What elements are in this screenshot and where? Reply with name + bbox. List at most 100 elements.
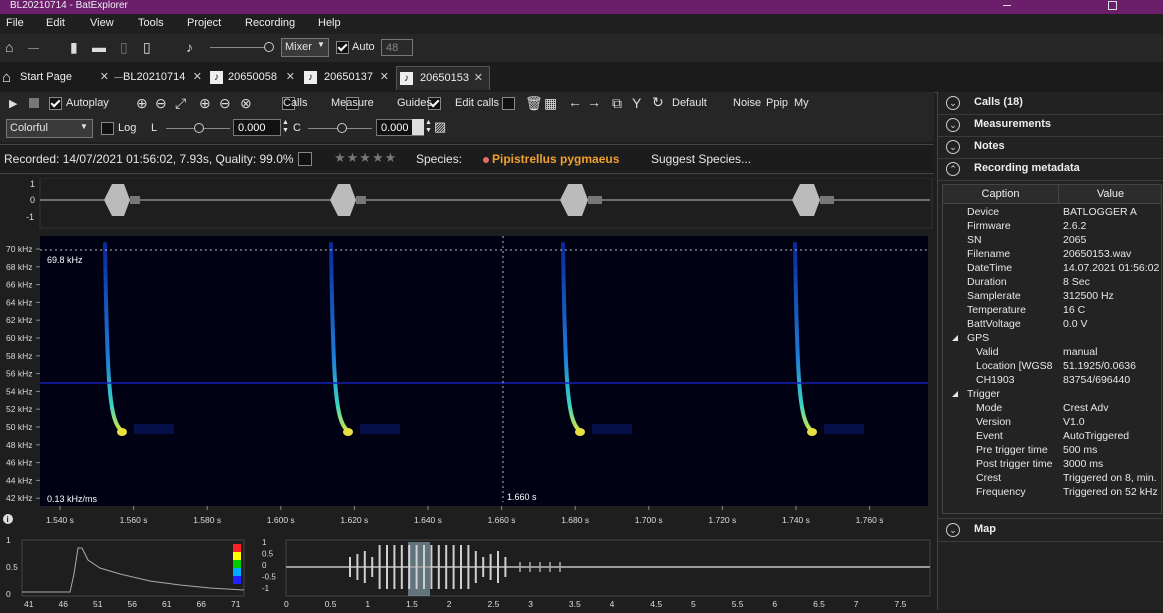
menu-file[interactable]: File bbox=[6, 17, 24, 29]
zoom-fit-y-icon[interactable]: ⊗ bbox=[240, 96, 252, 110]
arrow-right-icon[interactable]: → bbox=[587, 95, 601, 109]
l-slider-knob[interactable] bbox=[194, 123, 204, 133]
l-stepper[interactable]: ▲ ▼ bbox=[282, 119, 289, 135]
autoplay-label: Autoplay bbox=[66, 97, 109, 109]
overview-x-label: 4 bbox=[610, 599, 615, 609]
export-image-icon[interactable]: ▦ bbox=[544, 96, 557, 110]
metadata-section-header[interactable]: ⌃ Recording metadata bbox=[938, 158, 1163, 181]
close-icon[interactable]: ✕ bbox=[193, 66, 202, 89]
calls-label: Calls bbox=[283, 97, 308, 109]
maximize-icon[interactable] bbox=[1108, 1, 1117, 10]
close-icon[interactable]: ✕ bbox=[286, 66, 295, 89]
species-name[interactable]: Pipistrellus pygmaeus bbox=[492, 152, 619, 166]
menu-recording[interactable]: Recording bbox=[245, 17, 295, 29]
music-note-icon: ♪ bbox=[210, 71, 223, 84]
fork-icon[interactable]: Y bbox=[632, 96, 641, 110]
close-icon[interactable]: ✕ bbox=[380, 66, 389, 89]
tab-project[interactable]: ⏤ BL20210714 ✕ bbox=[114, 66, 205, 89]
calls-section-header[interactable]: ⌄ Calls (18) bbox=[938, 92, 1163, 115]
x-axis: 1.540 s 1.560 s 1.580 s 1.600 s 1.620 s 1.640… bbox=[46, 506, 883, 525]
my-button[interactable]: My bbox=[794, 97, 809, 109]
flag-checkbox[interactable] bbox=[298, 152, 312, 166]
metadata-row: BattVoltage 0.0 V bbox=[943, 317, 1163, 331]
expand-icon[interactable]: ◢ bbox=[952, 331, 958, 345]
metadata-caption: Temperature bbox=[967, 304, 1026, 316]
export-icon[interactable] bbox=[412, 119, 424, 135]
close-icon[interactable]: ✕ bbox=[100, 66, 109, 89]
default-button[interactable]: Default bbox=[672, 97, 707, 109]
zoom-in-icon[interactable]: ⊕ bbox=[136, 96, 148, 110]
speaker-icon[interactable]: ♪ bbox=[186, 40, 193, 54]
metadata-caption: Filename bbox=[967, 248, 1011, 260]
menu-help[interactable]: Help bbox=[318, 17, 341, 29]
refresh-icon[interactable]: ↻ bbox=[652, 95, 664, 109]
y-tick-label: 50 kHz bbox=[6, 422, 32, 432]
home-icon: ⌂ bbox=[2, 69, 12, 86]
document-tabs: ⌂ Start Page ✕ ⏤ BL20210714 ✕ ♪ 20650058… bbox=[0, 62, 1163, 93]
expand-icon[interactable]: ◢ bbox=[952, 387, 958, 401]
rating-stars[interactable]: ★★★★★ bbox=[334, 150, 397, 166]
metadata-row: Event AutoTriggered bbox=[943, 429, 1163, 443]
mixer-dropdown[interactable]: Mixer ▼ bbox=[281, 38, 329, 57]
tab-recording-20650153[interactable]: ♪ 20650153 ✕ bbox=[396, 66, 490, 90]
close-icon[interactable]: ✕ bbox=[474, 67, 483, 90]
c-slider-knob[interactable] bbox=[337, 123, 347, 133]
x-tick-label: 1.640 s bbox=[414, 515, 442, 525]
bat-icon[interactable]: ⏤ bbox=[28, 40, 39, 54]
palette-dropdown[interactable]: Colorful ▼ bbox=[6, 119, 93, 138]
measurements-section-header[interactable]: ⌄ Measurements bbox=[938, 114, 1163, 137]
c-stepper[interactable]: ▲ ▼ bbox=[425, 119, 432, 135]
waveform-panel[interactable]: 1 0 -1 bbox=[0, 177, 934, 230]
tab-recording-20650137[interactable]: ♪ 20650137 ✕ bbox=[304, 66, 392, 89]
arrow-left-icon[interactable]: ← bbox=[568, 95, 582, 109]
overview-x-label: 6.5 bbox=[813, 599, 825, 609]
title-bar: BL20210714 - BatExplorer bbox=[0, 0, 1163, 14]
play-icon[interactable]: ▶ bbox=[9, 97, 17, 111]
auto-value-field[interactable]: 48 bbox=[381, 39, 413, 56]
map-section-header[interactable]: ⌄ Map bbox=[938, 518, 1163, 542]
call-end-1 bbox=[117, 428, 127, 436]
save-icon[interactable]: ▮ bbox=[70, 40, 78, 54]
menu-project[interactable]: Project bbox=[187, 17, 221, 29]
tab-recording-20650058[interactable]: ♪ 20650058 ✕ bbox=[210, 66, 298, 89]
import-icon[interactable]: ▯ bbox=[143, 40, 151, 54]
edit-calls-checkbox[interactable] bbox=[502, 97, 516, 110]
menu-tools[interactable]: Tools bbox=[138, 17, 164, 29]
spectrum-y-label: 0.5 bbox=[6, 562, 18, 572]
spectrum-x-label: 51 bbox=[93, 599, 103, 609]
noise-button[interactable]: Noise bbox=[733, 97, 761, 109]
delete-icon[interactable]: 🗑 bbox=[525, 96, 543, 110]
home-icon[interactable]: ⌂ bbox=[5, 40, 13, 54]
y-tick-label: 42 kHz bbox=[6, 493, 32, 503]
suggest-species-button[interactable]: Suggest Species... bbox=[651, 152, 751, 166]
folder-icon[interactable]: ▬ bbox=[92, 40, 106, 54]
metadata-row: Crest Triggered on 8, min. bbox=[943, 471, 1163, 485]
zoom-out-y-icon[interactable]: ⊖ bbox=[219, 96, 231, 110]
autoplay-checkbox[interactable] bbox=[49, 97, 62, 110]
stop-icon[interactable] bbox=[29, 98, 39, 108]
menu-edit[interactable]: Edit bbox=[46, 17, 65, 29]
menu-view[interactable]: View bbox=[90, 17, 114, 29]
export-icon[interactable]: ▯ bbox=[120, 40, 128, 54]
overview-selection[interactable] bbox=[408, 542, 430, 596]
volume-slider[interactable] bbox=[210, 47, 270, 48]
metadata-row: Device BATLOGGER A bbox=[943, 205, 1163, 219]
minimize-icon[interactable] bbox=[1003, 5, 1011, 6]
log-checkbox[interactable] bbox=[101, 122, 114, 135]
image-icon[interactable]: ▨ bbox=[434, 120, 446, 134]
zoom-out-icon[interactable]: ⊖ bbox=[155, 96, 167, 110]
c-label: C bbox=[293, 122, 301, 134]
l-value-field[interactable]: 0.000 bbox=[233, 119, 281, 136]
fit-icon[interactable]: ⤢ bbox=[175, 96, 186, 110]
auto-checkbox[interactable] bbox=[336, 41, 349, 54]
copy-icon[interactable]: ⧉ bbox=[612, 96, 622, 110]
zoom-in-y-icon[interactable]: ⊕ bbox=[199, 96, 211, 110]
volume-slider-knob[interactable] bbox=[264, 42, 274, 52]
tab-start-page[interactable]: ⌂ Start Page ✕ bbox=[0, 66, 112, 89]
notes-section-header[interactable]: ⌄ Notes bbox=[938, 136, 1163, 159]
metadata-caption: Samplerate bbox=[967, 290, 1021, 302]
metadata-grid-header: Caption Value bbox=[943, 185, 1161, 204]
spectrogram-panel[interactable]: 70 kHz 68 kHz 66 kHz 64 kHz 62 kHz 60 kHz 58 k… bbox=[0, 232, 934, 528]
ppip-button[interactable]: Ppip bbox=[766, 97, 788, 109]
species-label: Species: bbox=[416, 152, 463, 166]
